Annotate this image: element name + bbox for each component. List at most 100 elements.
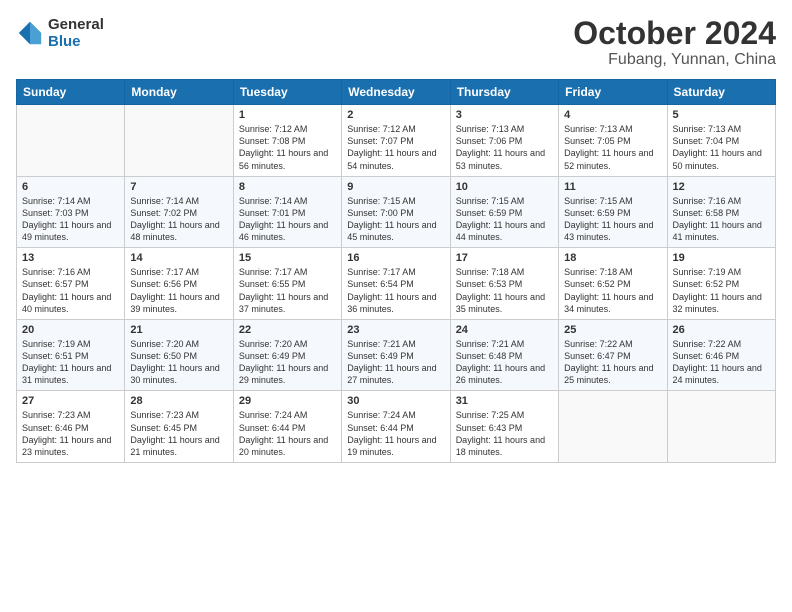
table-row: 31 Sunrise: 7:25 AM Sunset: 6:43 PM Dayli… [450,391,558,463]
table-row: 21 Sunrise: 7:20 AM Sunset: 6:50 PM Dayli… [125,319,233,391]
day-info: Sunrise: 7:20 AM Sunset: 6:50 PM Dayligh… [130,338,227,387]
day-info: Sunrise: 7:15 AM Sunset: 7:00 PM Dayligh… [347,195,444,244]
day-number: 12 [673,181,770,193]
col-thursday: Thursday [450,80,558,105]
calendar-table: Sunday Monday Tuesday Wednesday Thursday… [16,79,776,463]
day-info: Sunrise: 7:14 AM Sunset: 7:01 PM Dayligh… [239,195,336,244]
day-number: 4 [564,109,661,121]
table-row: 15 Sunrise: 7:17 AM Sunset: 6:55 PM Dayli… [233,248,341,320]
table-row: 20 Sunrise: 7:19 AM Sunset: 6:51 PM Dayli… [17,319,125,391]
day-info: Sunrise: 7:22 AM Sunset: 6:47 PM Dayligh… [564,338,661,387]
page-header: General Blue October 2024 Fubang, Yunnan… [16,16,776,69]
table-row: 23Sunrise: 7:21 AM Sunset: 6:49 PM Dayli… [342,319,450,391]
table-row: 7 Sunrise: 7:14 AM Sunset: 7:02 PM Daylig… [125,176,233,248]
day-number: 3 [456,109,553,121]
day-number: 8 [239,181,336,193]
day-number: 10 [456,181,553,193]
table-row: 1Sunrise: 7:12 AM Sunset: 7:08 PM Daylig… [233,105,341,177]
day-info: Sunrise: 7:17 AM Sunset: 6:56 PM Dayligh… [130,266,227,315]
table-row: 17 Sunrise: 7:18 AM Sunset: 6:53 PM Dayli… [450,248,558,320]
day-info: Sunrise: 7:25 AM Sunset: 6:43 PM Dayligh… [456,409,553,458]
day-info: Sunrise: 7:18 AM Sunset: 6:53 PM Dayligh… [456,266,553,315]
day-number: 5 [673,109,770,121]
day-number: 13 [22,252,119,264]
day-number: 9 [347,181,444,193]
day-number: 7 [130,181,227,193]
table-row: 3 Sunrise: 7:13 AM Sunset: 7:06 PM Daylig… [450,105,558,177]
day-info: Sunrise: 7:16 AM Sunset: 6:58 PM Dayligh… [673,195,770,244]
table-row: 22 Sunrise: 7:20 AM Sunset: 6:49 PM Dayli… [233,319,341,391]
day-info: Sunrise: 7:17 AM Sunset: 6:55 PM Dayligh… [239,266,336,315]
table-row: 12 Sunrise: 7:16 AM Sunset: 6:58 PM Dayli… [667,176,775,248]
table-row [559,391,667,463]
calendar-week-row: 6Sunrise: 7:14 AM Sunset: 7:03 PM Daylig… [17,176,776,248]
day-number: 21 [130,324,227,336]
day-number: 29 [239,395,336,407]
table-row: 18Sunrise: 7:18 AM Sunset: 6:52 PM Dayli… [559,248,667,320]
calendar-subtitle: Fubang, Yunnan, China [573,51,776,69]
table-row: 8 Sunrise: 7:14 AM Sunset: 7:01 PM Daylig… [233,176,341,248]
day-number: 19 [673,252,770,264]
calendar-week-row: 27Sunrise: 7:23 AM Sunset: 6:46 PM Dayli… [17,391,776,463]
day-number: 15 [239,252,336,264]
day-info: Sunrise: 7:24 AM Sunset: 6:44 PM Dayligh… [239,409,336,458]
calendar-title: October 2024 [573,16,776,51]
title-block: October 2024 Fubang, Yunnan, China [573,16,776,69]
day-info: Sunrise: 7:21 AM Sunset: 6:49 PM Dayligh… [347,338,444,387]
day-number: 2 [347,109,444,121]
table-row: 19 Sunrise: 7:19 AM Sunset: 6:52 PM Dayli… [667,248,775,320]
table-row: 26 Sunrise: 7:22 AM Sunset: 6:46 PM Dayli… [667,319,775,391]
col-saturday: Saturday [667,80,775,105]
day-number: 16 [347,252,444,264]
day-number: 20 [22,324,119,336]
col-friday: Friday [559,80,667,105]
table-row [667,391,775,463]
day-info: Sunrise: 7:13 AM Sunset: 7:04 PM Dayligh… [673,123,770,172]
table-row: 10 Sunrise: 7:15 AM Sunset: 6:59 PM Dayli… [450,176,558,248]
day-number: 30 [347,395,444,407]
table-row: 14Sunrise: 7:17 AM Sunset: 6:56 PM Dayli… [125,248,233,320]
day-info: Sunrise: 7:13 AM Sunset: 7:05 PM Dayligh… [564,123,661,172]
day-number: 11 [564,181,661,193]
table-row: 6Sunrise: 7:14 AM Sunset: 7:03 PM Daylig… [17,176,125,248]
day-info: Sunrise: 7:19 AM Sunset: 6:51 PM Dayligh… [22,338,119,387]
table-row: 30Sunrise: 7:24 AM Sunset: 6:44 PM Dayli… [342,391,450,463]
table-row [17,105,125,177]
calendar-week-row: 20 Sunrise: 7:19 AM Sunset: 6:51 PM Dayli… [17,319,776,391]
table-row: 27Sunrise: 7:23 AM Sunset: 6:46 PM Dayli… [17,391,125,463]
day-info: Sunrise: 7:15 AM Sunset: 6:59 PM Dayligh… [564,195,661,244]
table-row [125,105,233,177]
day-info: Sunrise: 7:13 AM Sunset: 7:06 PM Dayligh… [456,123,553,172]
day-number: 26 [673,324,770,336]
calendar-header-row: Sunday Monday Tuesday Wednesday Thursday… [17,80,776,105]
day-number: 24 [456,324,553,336]
col-wednesday: Wednesday [342,80,450,105]
day-number: 6 [22,181,119,193]
table-row: 29 Sunrise: 7:24 AM Sunset: 6:44 PM Dayli… [233,391,341,463]
day-number: 31 [456,395,553,407]
day-info: Sunrise: 7:23 AM Sunset: 6:46 PM Dayligh… [22,409,119,458]
day-info: Sunrise: 7:22 AM Sunset: 6:46 PM Dayligh… [673,338,770,387]
day-info: Sunrise: 7:18 AM Sunset: 6:52 PM Dayligh… [564,266,661,315]
logo-icon [16,19,44,47]
calendar-week-row: 1Sunrise: 7:12 AM Sunset: 7:08 PM Daylig… [17,105,776,177]
day-number: 22 [239,324,336,336]
table-row: 25 Sunrise: 7:22 AM Sunset: 6:47 PM Dayli… [559,319,667,391]
calendar-week-row: 13 Sunrise: 7:16 AM Sunset: 6:57 PM Dayli… [17,248,776,320]
table-row: 4 Sunrise: 7:13 AM Sunset: 7:05 PM Daylig… [559,105,667,177]
table-row: 11 Sunrise: 7:15 AM Sunset: 6:59 PM Dayli… [559,176,667,248]
day-info: Sunrise: 7:16 AM Sunset: 6:57 PM Dayligh… [22,266,119,315]
day-info: Sunrise: 7:23 AM Sunset: 6:45 PM Dayligh… [130,409,227,458]
day-number: 17 [456,252,553,264]
day-info: Sunrise: 7:19 AM Sunset: 6:52 PM Dayligh… [673,266,770,315]
day-info: Sunrise: 7:12 AM Sunset: 7:07 PM Dayligh… [347,123,444,172]
table-row: 16Sunrise: 7:17 AM Sunset: 6:54 PM Dayli… [342,248,450,320]
table-row: 24Sunrise: 7:21 AM Sunset: 6:48 PM Dayli… [450,319,558,391]
day-info: Sunrise: 7:15 AM Sunset: 6:59 PM Dayligh… [456,195,553,244]
col-monday: Monday [125,80,233,105]
day-info: Sunrise: 7:14 AM Sunset: 7:02 PM Dayligh… [130,195,227,244]
logo: General Blue [16,16,104,50]
day-number: 25 [564,324,661,336]
day-info: Sunrise: 7:20 AM Sunset: 6:49 PM Dayligh… [239,338,336,387]
table-row: 13 Sunrise: 7:16 AM Sunset: 6:57 PM Dayli… [17,248,125,320]
